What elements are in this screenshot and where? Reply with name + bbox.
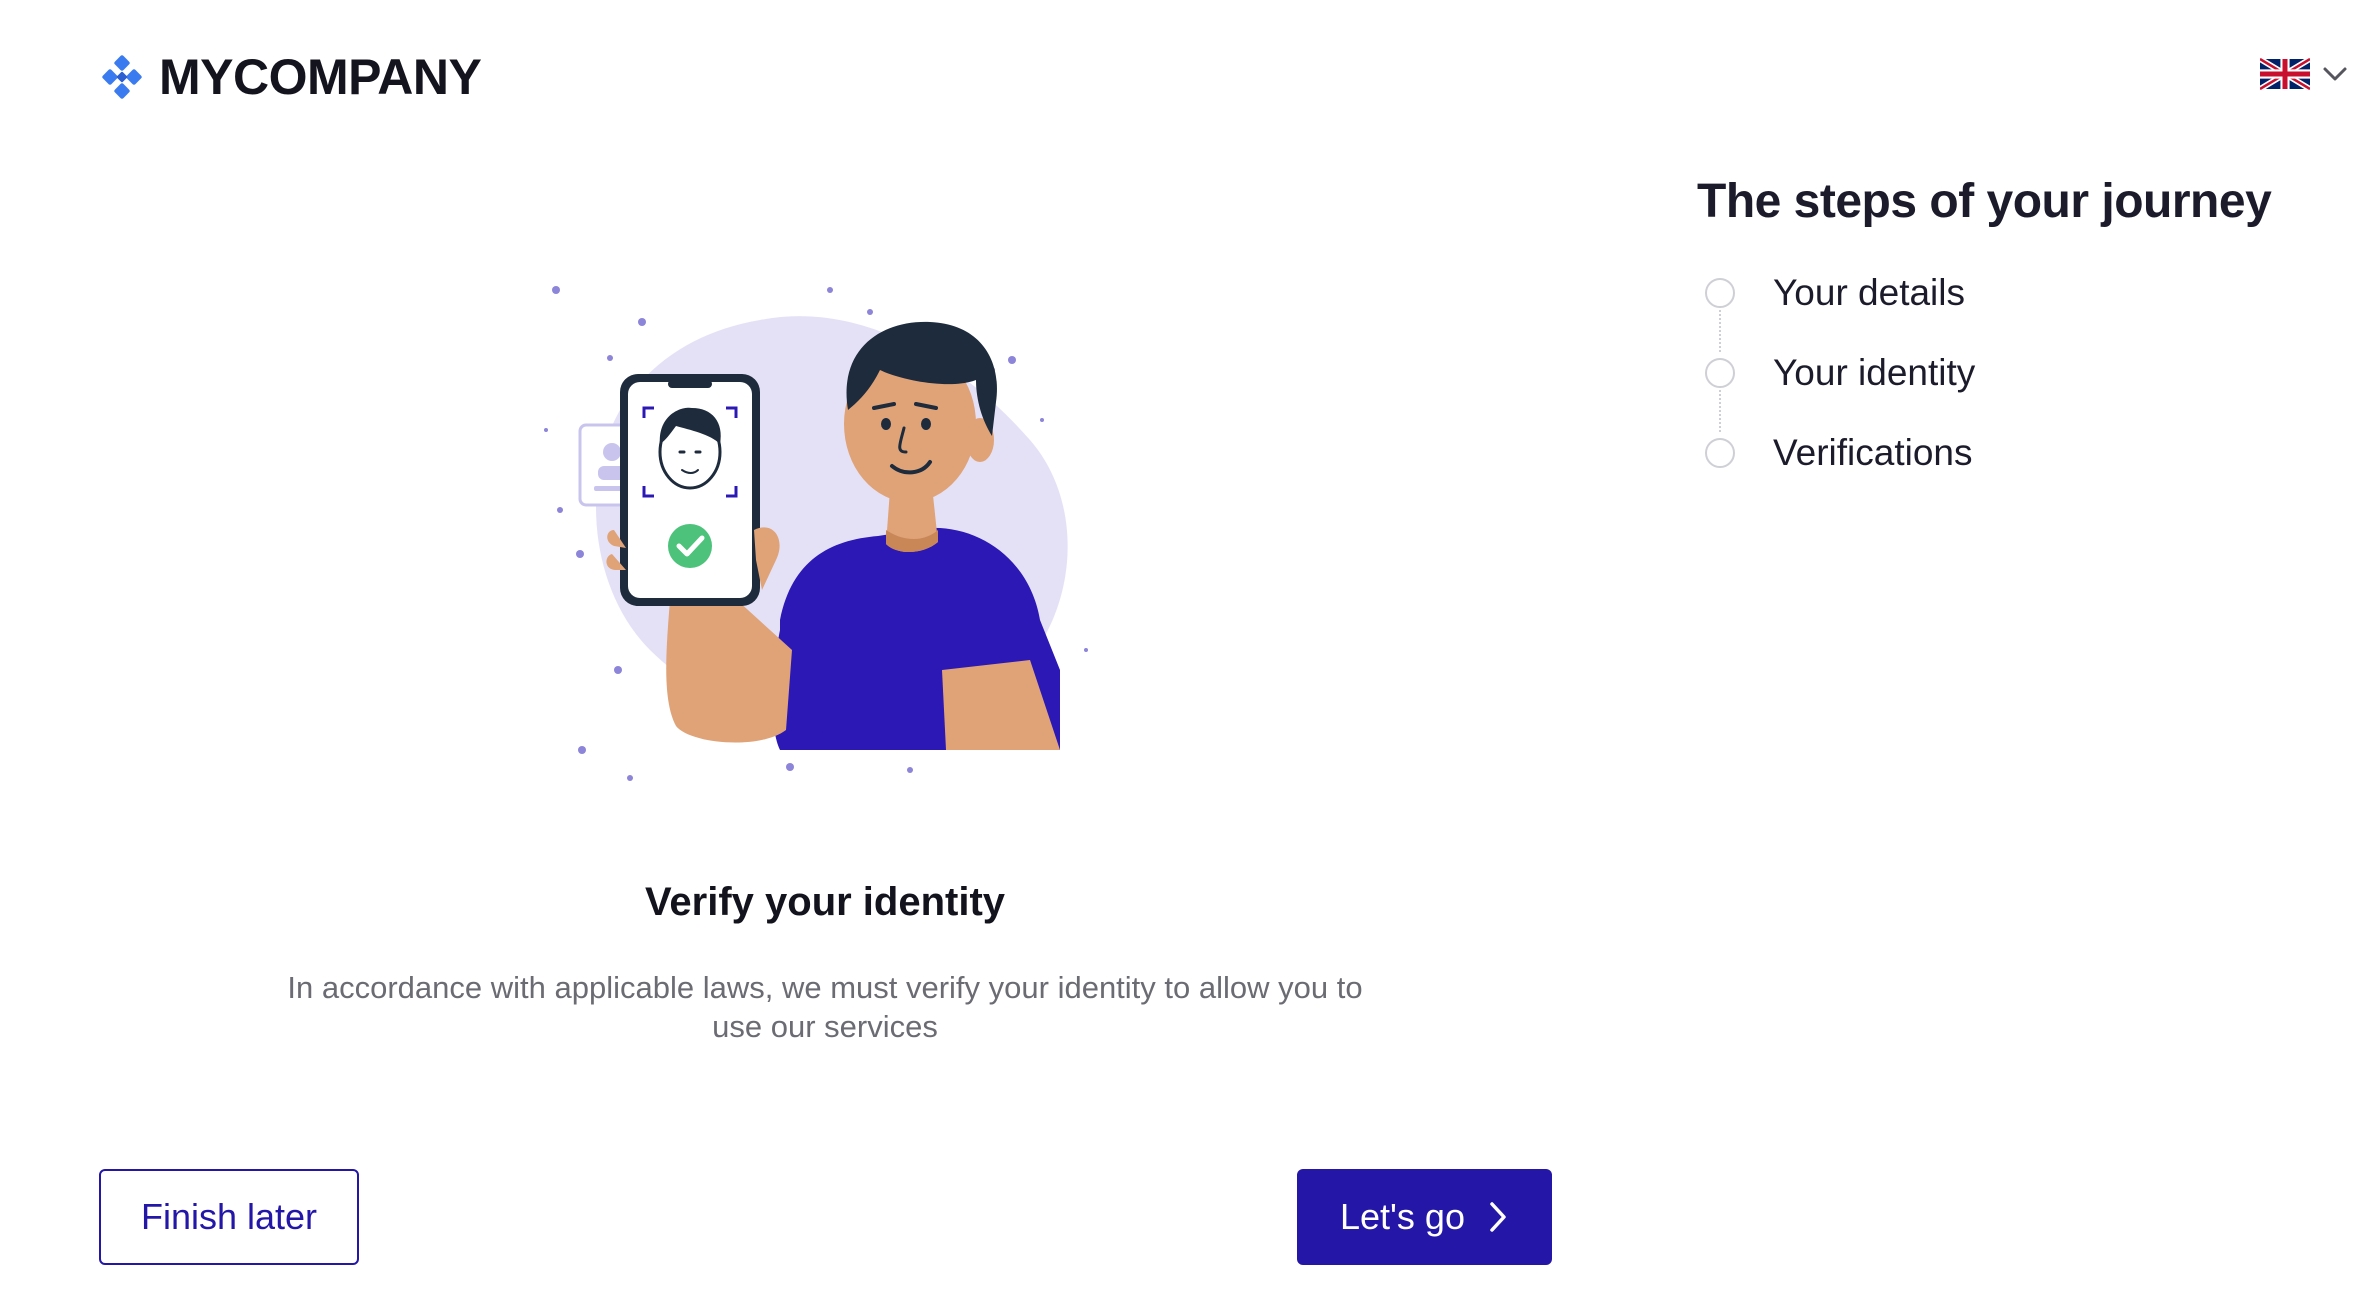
page-description: In accordance with applicable laws, we m…	[287, 970, 1363, 1044]
finish-later-button[interactable]: Finish later	[99, 1169, 359, 1265]
step-label: Your identity	[1773, 352, 1976, 393]
check-circle-icon	[668, 524, 712, 568]
uk-flag-icon	[2260, 58, 2310, 90]
finish-later-label: Finish later	[140, 1196, 318, 1237]
lets-go-button[interactable]: Let's go	[1297, 1169, 1552, 1265]
step-status-circle	[1705, 358, 1735, 388]
identity-verification-illustration	[544, 286, 1088, 781]
step-verifications: Verifications	[1705, 432, 1973, 474]
steps-title: The steps of your journey	[1697, 175, 2272, 228]
company-logo[interactable]: MYCOMPANY	[99, 48, 482, 106]
language-selector[interactable]	[2260, 58, 2348, 90]
chevron-right-icon	[1490, 1202, 1506, 1232]
step-your-details: Your details	[1705, 272, 1965, 314]
page: MYCOMPANY Verify your identity In accord…	[0, 0, 2378, 1300]
logo-text: MYCOMPANY	[159, 49, 482, 105]
step-label: Verifications	[1773, 432, 1973, 473]
page-title: Verify your identity	[644, 880, 1006, 924]
step-status-circle	[1705, 278, 1735, 308]
step-your-identity: Your identity	[1705, 352, 1975, 394]
step-label: Your details	[1773, 272, 1965, 313]
chevron-down-icon	[2323, 67, 2347, 81]
step-status-circle	[1705, 438, 1735, 468]
diamond-grid-logo-icon	[102, 55, 142, 99]
lets-go-label: Let's go	[1340, 1196, 1465, 1237]
